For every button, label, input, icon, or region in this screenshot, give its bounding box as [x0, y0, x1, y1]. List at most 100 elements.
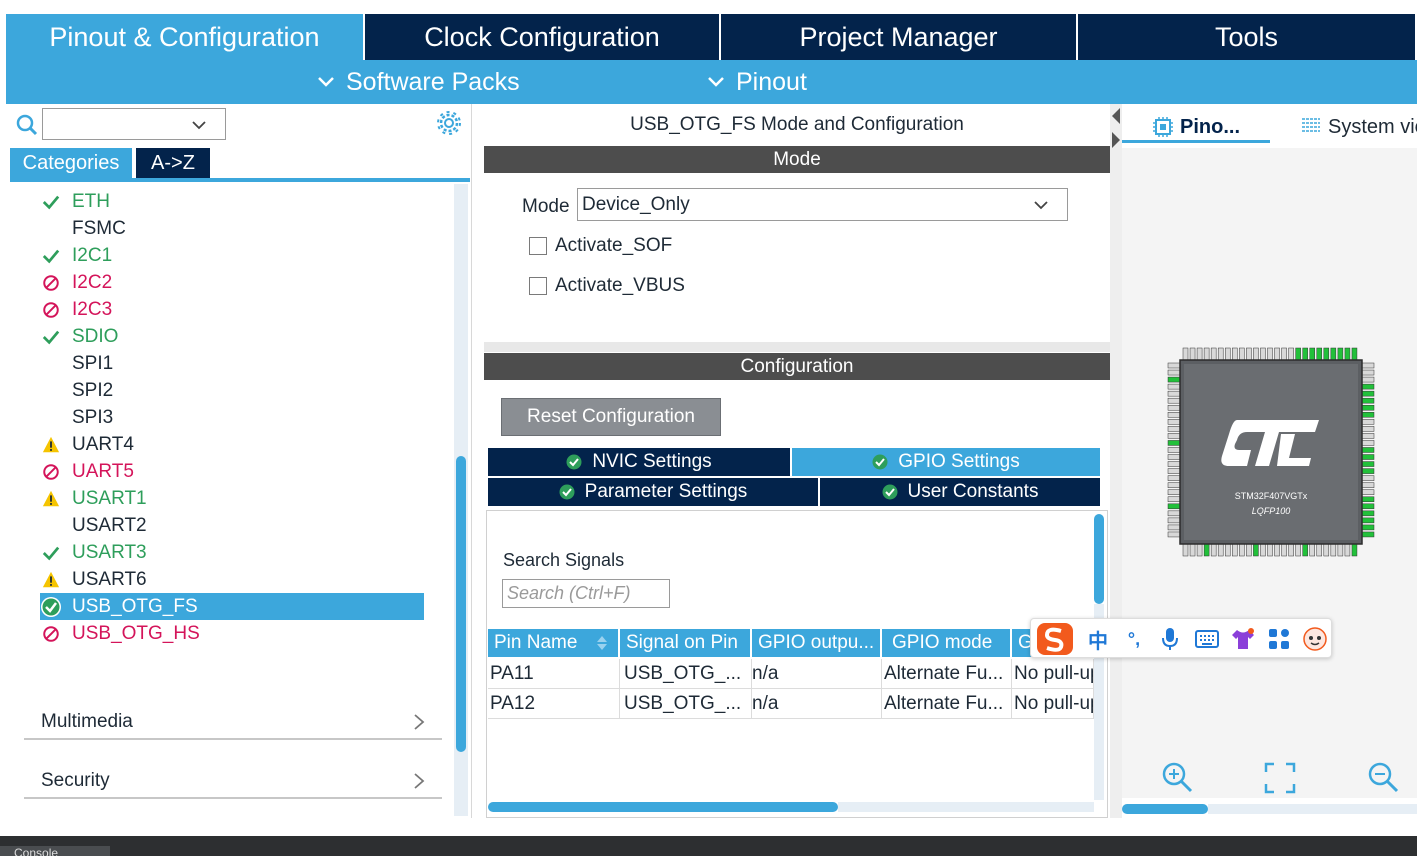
search-icon[interactable]: [16, 114, 38, 136]
chip-pin: [1253, 543, 1259, 557]
sogou-logo-icon[interactable]: [1031, 619, 1079, 659]
tab-tools[interactable]: Tools: [1078, 14, 1415, 60]
tab-user-constants[interactable]: User Constants: [820, 478, 1100, 506]
table-cell[interactable]: No pull-up: [1012, 659, 1094, 689]
apps-grid-icon[interactable]: [1263, 619, 1295, 659]
chip-pin: [1189, 347, 1196, 361]
microphone-icon[interactable]: [1155, 619, 1185, 659]
peripheral-item-usart6[interactable]: USART6: [40, 566, 424, 593]
panel-splitter[interactable]: [1110, 104, 1122, 818]
keyboard-icon[interactable]: [1191, 619, 1223, 659]
peripheral-item-usart2[interactable]: USART2: [40, 512, 424, 539]
tab-a-to-z[interactable]: A->Z: [136, 148, 210, 178]
reset-configuration-button[interactable]: Reset Configuration: [501, 398, 721, 436]
chip-pin: [1316, 543, 1323, 557]
column-header-pin-name[interactable]: Pin Name: [488, 629, 620, 657]
tab-pinout-configuration[interactable]: Pinout & Configuration: [6, 14, 363, 60]
status-icon: [40, 381, 62, 401]
scrollbar-thumb[interactable]: [1094, 514, 1104, 604]
table-cell[interactable]: PA11: [488, 659, 620, 689]
column-header-gpio-mode[interactable]: GPIO mode: [882, 629, 1012, 657]
search-signals-label: Search Signals: [503, 550, 625, 570]
peripheral-item-spi1[interactable]: SPI1: [40, 350, 424, 377]
scrollbar-track[interactable]: [838, 802, 1094, 812]
fit-screen-icon[interactable]: [1264, 762, 1296, 794]
peripheral-item-uart4[interactable]: UART4: [40, 431, 424, 458]
status-icon: [40, 219, 62, 239]
table-cell[interactable]: No pull-up: [1012, 689, 1094, 719]
chip-pin: [1167, 404, 1181, 411]
activate-vbus-checkbox[interactable]: Activate_VBUS: [529, 274, 685, 298]
peripheral-item-i2c3[interactable]: I2C3: [40, 296, 424, 323]
scrollbar-thumb[interactable]: [488, 802, 838, 812]
mascot-avatar-icon[interactable]: [1299, 619, 1331, 659]
checkbox-box[interactable]: [529, 237, 547, 255]
chip-pin: [1274, 543, 1280, 557]
table-cell[interactable]: USB_OTG_...: [620, 659, 752, 689]
table-cell[interactable]: USB_OTG_...: [620, 689, 752, 719]
column-header-gpio-output[interactable]: GPIO outpu...: [752, 629, 882, 657]
peripheral-item-usb-otg-hs[interactable]: USB_OTG_HS: [40, 620, 424, 647]
tab-system-view[interactable]: System view: [1300, 112, 1417, 142]
status-icon: [40, 327, 62, 347]
scrollbar-track[interactable]: [1208, 804, 1417, 814]
mode-select[interactable]: Device_Only: [577, 188, 1068, 221]
warning-icon: [42, 490, 60, 506]
activate-sof-checkbox[interactable]: Activate_SOF: [529, 234, 672, 258]
column-header-signal[interactable]: Signal on Pin: [620, 629, 752, 657]
peripheral-item-usart1[interactable]: USART1: [40, 485, 424, 512]
zoom-out-icon[interactable]: [1366, 760, 1400, 794]
tab-gpio-settings[interactable]: GPIO Settings: [792, 448, 1100, 476]
sort-icon[interactable]: [596, 634, 608, 652]
table-cell[interactable]: PA12: [488, 689, 620, 719]
collapse-arrows-icon[interactable]: [1110, 104, 1122, 164]
scrollbar-thumb[interactable]: [456, 456, 466, 752]
table-cell[interactable]: Alternate Fu...: [882, 689, 1012, 719]
peripheral-item-i2c2[interactable]: I2C2: [40, 269, 424, 296]
peripheral-item-fsmc[interactable]: FSMC: [40, 215, 424, 242]
zoom-in-icon[interactable]: [1160, 760, 1194, 794]
peripheral-item-i2c1[interactable]: I2C1: [40, 242, 424, 269]
tab-categories[interactable]: Categories: [10, 148, 132, 178]
search-signals-input[interactable]: Search (Ctrl+F): [502, 579, 670, 608]
peripheral-item-uart5[interactable]: UART5: [40, 458, 424, 485]
chip-pin: [1224, 543, 1231, 557]
gear-icon[interactable]: [436, 110, 462, 136]
table-cell[interactable]: n/a: [752, 659, 882, 689]
pinout-menu[interactable]: Pinout: [706, 60, 807, 104]
table-cell[interactable]: n/a: [752, 689, 882, 719]
panel-divider[interactable]: [484, 342, 1110, 352]
search-combo[interactable]: [42, 108, 226, 140]
status-icon: [40, 516, 62, 536]
console-tab[interactable]: Console: [0, 846, 110, 856]
tab-project-manager[interactable]: Project Manager: [721, 14, 1076, 60]
chip-canvas[interactable]: STM32F407VGTx LQFP100: [1122, 148, 1417, 798]
tab-clock-configuration[interactable]: Clock Configuration: [365, 14, 719, 60]
tab-pinout-view[interactable]: Pino...: [1152, 112, 1240, 142]
peripheral-item-spi3[interactable]: SPI3: [40, 404, 424, 431]
group-security[interactable]: Security: [24, 765, 442, 799]
peripheral-item-sdio[interactable]: SDIO: [40, 323, 424, 350]
lang-toggle[interactable]: 中: [1083, 619, 1113, 659]
peripheral-item-spi2[interactable]: SPI2: [40, 377, 424, 404]
chip-pin: [1167, 362, 1181, 369]
table-cell[interactable]: Alternate Fu...: [882, 659, 1012, 689]
chip-pin: [1361, 524, 1375, 531]
software-packs-menu[interactable]: Software Packs: [316, 60, 520, 104]
status-icon: [40, 246, 62, 266]
skin-shirt-icon[interactable]: [1227, 619, 1259, 659]
tab-parameter-settings[interactable]: Parameter Settings: [488, 478, 818, 506]
group-multimedia[interactable]: Multimedia: [24, 706, 442, 740]
chip-pin: [1167, 433, 1181, 439]
peripheral-item-eth[interactable]: ETH: [40, 188, 424, 215]
chip-pin: [1361, 440, 1375, 446]
checkbox-box[interactable]: [529, 277, 547, 295]
punctuation-toggle[interactable]: °,: [1119, 619, 1149, 659]
peripheral-item-usb-otg-fs[interactable]: USB_OTG_FS: [40, 593, 424, 620]
peripheral-label: USB_OTG_HS: [72, 622, 200, 644]
chip-diagram[interactable]: STM32F407VGTx LQFP100: [1122, 148, 1417, 798]
tab-nvic-settings[interactable]: NVIC Settings: [488, 448, 790, 476]
list-icon: [1302, 118, 1320, 132]
scrollbar-thumb[interactable]: [1122, 804, 1208, 814]
peripheral-item-usart3[interactable]: USART3: [40, 539, 424, 566]
